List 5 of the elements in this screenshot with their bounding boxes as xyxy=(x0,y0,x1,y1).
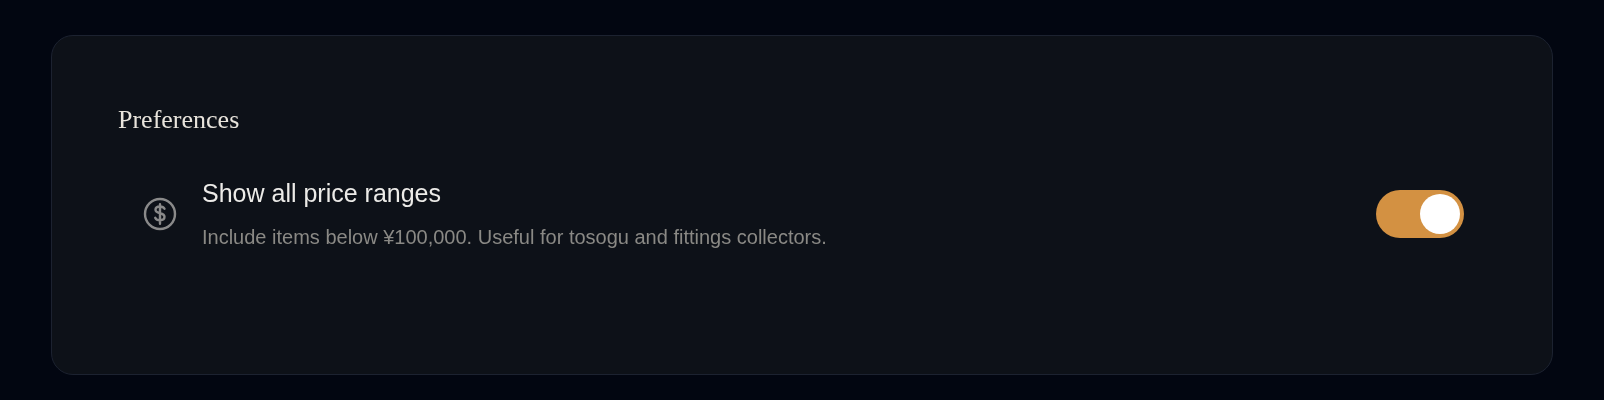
setting-description: Include items below ¥100,000. Useful for tosogu and fittings collectors. xyxy=(202,225,828,250)
section-title: Preferences xyxy=(118,104,241,136)
toggle-switch[interactable] xyxy=(1376,190,1464,238)
dollar-icon xyxy=(142,196,178,232)
setting-title: Show all price ranges xyxy=(202,178,442,209)
